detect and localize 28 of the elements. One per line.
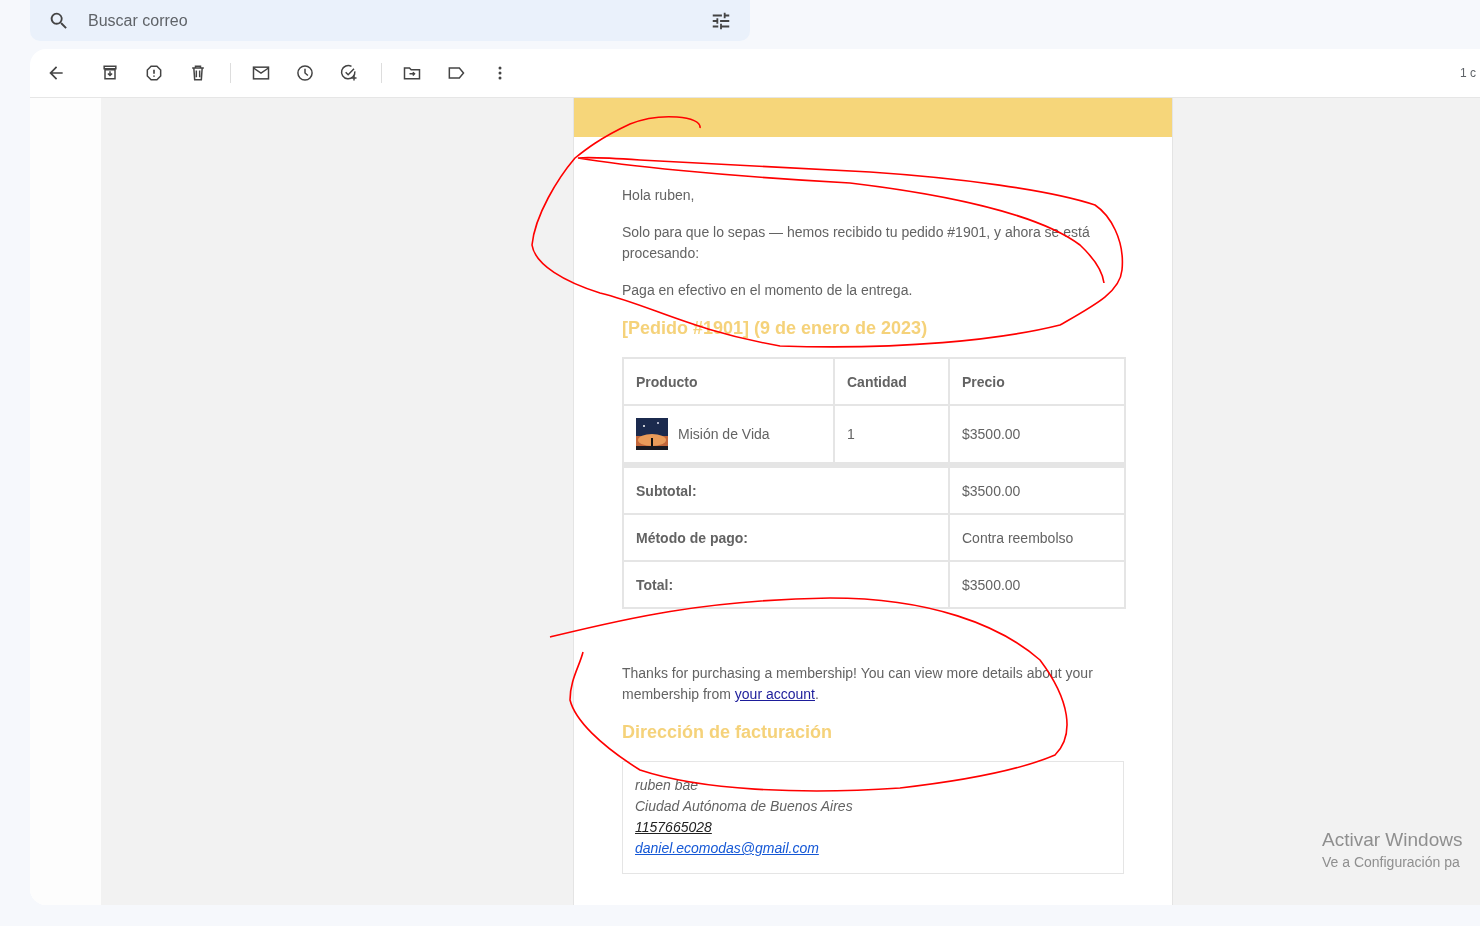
search-field[interactable]: Buscar correo	[86, 10, 710, 31]
account-link[interactable]: your account	[734, 686, 815, 702]
clock-icon[interactable]	[295, 63, 315, 83]
table-cell: $3500.00	[949, 465, 1125, 514]
row-header: Total:	[623, 561, 949, 608]
table-cell: Contra reembolso	[949, 514, 1125, 561]
envelope-icon[interactable]	[251, 63, 271, 83]
column-header: Producto	[623, 358, 834, 405]
spam-icon[interactable]	[144, 63, 164, 83]
column-header: Cantidad	[834, 358, 949, 405]
phone-link[interactable]: 1157665028	[635, 819, 712, 835]
activation-notice-title: Activar Windows	[1322, 828, 1463, 852]
table-cell: $3500.00	[949, 561, 1125, 608]
add-task-icon[interactable]	[339, 63, 359, 83]
product-name: Misión de Vida	[678, 426, 770, 442]
address-line: Ciudad Autónoma de Buenos Aires	[635, 798, 853, 814]
greeting-text: Hola ruben,	[622, 186, 696, 205]
row-header: Método de pago:	[623, 514, 949, 561]
payment-note: Paga en efectivo en el momento de la entrega.	[622, 281, 914, 300]
intro-text: Solo para que lo sepas — hemos recibido tu pedido #1901, y ahora se está procesando:	[622, 223, 1091, 263]
row-header: Subtotal:	[623, 465, 949, 514]
message-counter: 1 c	[1460, 66, 1476, 80]
activation-notice-text: Ve a Configuración pa	[1322, 853, 1461, 872]
email-link[interactable]: daniel.ecomodas@gmail.com	[635, 840, 819, 856]
column-header: Precio	[949, 358, 1125, 405]
archive-icon[interactable]	[100, 63, 120, 83]
search-bar[interactable]: Buscar correo	[30, 0, 750, 41]
billing-heading: Dirección de facturación	[622, 721, 834, 743]
